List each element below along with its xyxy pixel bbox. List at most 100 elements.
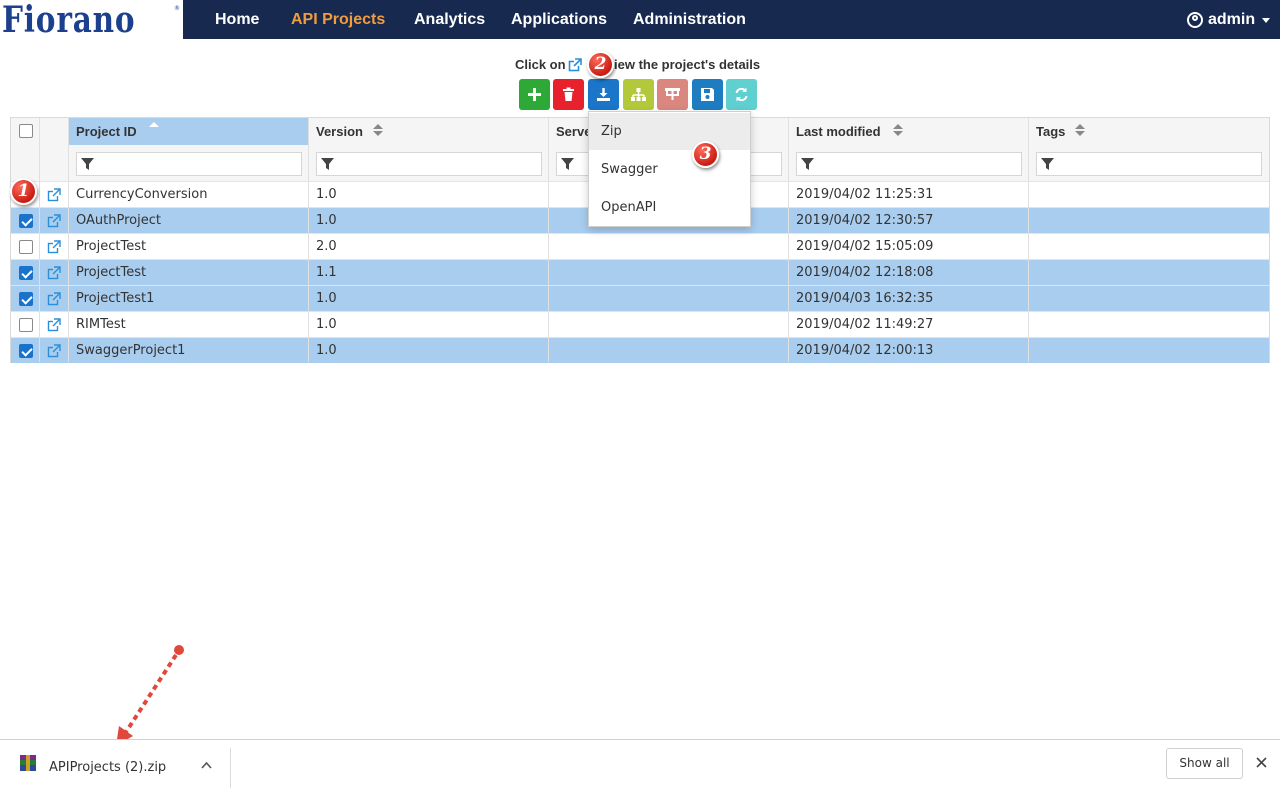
external-link-icon[interactable]: [47, 188, 61, 202]
divider: [230, 748, 231, 788]
hint-text-prefix: Click on: [515, 57, 566, 72]
column-header-last-modified[interactable]: Last modified: [789, 118, 1029, 145]
filter-input-tags[interactable]: [1036, 152, 1262, 176]
external-link-icon[interactable]: [47, 344, 61, 358]
user-menu[interactable]: admin: [1208, 0, 1255, 39]
external-link-icon[interactable]: [47, 318, 61, 332]
cell-last-modified: 2019/04/02 12:30:57: [796, 213, 934, 228]
cell-last-modified: 2019/04/03 16:32:35: [796, 291, 934, 306]
close-icon[interactable]: [1256, 757, 1267, 768]
column-label: Tags: [1036, 124, 1066, 139]
plus-icon: [528, 88, 541, 101]
cell-version: 1.0: [316, 317, 337, 332]
column-header-project-id[interactable]: Project ID: [69, 118, 309, 145]
nav-home[interactable]: Home: [215, 0, 259, 39]
filter-input-project-id[interactable]: [76, 152, 302, 176]
download-file-name[interactable]: APIProjects (2).zip: [49, 760, 166, 775]
save-button[interactable]: [692, 79, 723, 110]
hierarchy-button[interactable]: [623, 79, 654, 110]
external-link-icon[interactable]: [47, 214, 61, 228]
logo[interactable]: Fiorano ®: [0, 0, 183, 41]
sort-asc-icon: [149, 122, 159, 127]
filter-input-last-modified[interactable]: [796, 152, 1022, 176]
cell-project-id: ProjectTest: [76, 265, 147, 280]
add-project-button[interactable]: [519, 79, 550, 110]
download-icon: [597, 88, 610, 101]
external-link-icon[interactable]: [47, 266, 61, 280]
column-label: Last modified: [796, 124, 881, 139]
external-link-icon[interactable]: [47, 292, 61, 306]
menu-item-openapi[interactable]: OpenAPI: [589, 189, 750, 226]
cell-project-id: CurrencyConversion: [76, 187, 208, 202]
cell-last-modified: 2019/04/02 11:25:31: [796, 187, 934, 202]
nav-analytics[interactable]: Analytics: [414, 0, 485, 39]
external-link-icon: [568, 58, 582, 72]
cell-version: 1.1: [316, 265, 337, 280]
chevron-down-icon[interactable]: [1262, 18, 1270, 23]
deploy-icon: [665, 88, 680, 100]
row-checkbox[interactable]: [19, 292, 33, 306]
callout-badge-3: 3: [692, 141, 719, 168]
export-project-button[interactable]: [588, 79, 619, 110]
refresh-icon: [735, 87, 748, 102]
cell-version: 2.0: [316, 239, 337, 254]
cell-version: 1.0: [316, 343, 337, 358]
user-circle-icon[interactable]: [1187, 12, 1203, 28]
table-row[interactable]: ProjectTest 2.0 2019/04/02 15:05:09: [11, 233, 1269, 259]
cell-project-id: OAuthProject: [76, 213, 161, 228]
annotation-arrow: [116, 645, 184, 746]
callout-badge-1: 1: [10, 178, 37, 205]
archive-file-icon: [20, 755, 36, 771]
table-row[interactable]: SwaggerProject1 1.0 2019/04/02 12:00:13: [11, 337, 1269, 363]
save-icon: [701, 88, 714, 101]
cell-version: 1.0: [316, 213, 337, 228]
callout-badge-2: 2: [587, 51, 614, 78]
filter-icon: [801, 158, 814, 170]
filter-icon: [561, 158, 574, 170]
filter-input-version[interactable]: [316, 152, 542, 176]
menu-item-swagger[interactable]: Swagger: [589, 151, 750, 188]
sort-icon: [373, 124, 383, 136]
cell-version: 1.0: [316, 187, 337, 202]
hint-text-suffix: iew the project's details: [614, 57, 761, 72]
cell-project-id: SwaggerProject1: [76, 343, 186, 358]
sort-icon: [893, 124, 903, 136]
table-row[interactable]: ProjectTest 1.1 2019/04/02 12:18:08: [11, 259, 1269, 285]
nav-api-projects[interactable]: API Projects: [291, 0, 385, 39]
chevron-up-icon[interactable]: [201, 761, 212, 769]
row-checkbox[interactable]: [19, 344, 33, 358]
column-header-tags[interactable]: Tags: [1029, 118, 1269, 145]
row-checkbox[interactable]: [19, 214, 33, 228]
logo-registered-mark: ®: [174, 5, 180, 12]
column-label: Version: [316, 124, 363, 139]
cell-version: 1.0: [316, 291, 337, 306]
table-row[interactable]: RIMTest 1.0 2019/04/02 11:49:27: [11, 311, 1269, 337]
cell-project-id: ProjectTest: [76, 239, 147, 254]
row-checkbox[interactable]: [19, 266, 33, 280]
top-navbar: Fiorano ® Home API Projects Analytics Ap…: [0, 0, 1280, 41]
nav-applications[interactable]: Applications: [511, 0, 607, 39]
logo-wordmark: Fiorano: [2, 0, 136, 41]
menu-item-zip[interactable]: Zip: [589, 113, 750, 150]
row-checkbox[interactable]: [19, 240, 33, 254]
filter-icon: [1041, 158, 1054, 170]
table-row[interactable]: ProjectTest1 1.0 2019/04/03 16:32:35: [11, 285, 1269, 311]
deploy-button[interactable]: [657, 79, 688, 110]
column-label: Serve: [556, 124, 592, 139]
row-checkbox[interactable]: [19, 318, 33, 332]
sort-icon: [1075, 124, 1085, 136]
delete-project-button[interactable]: [553, 79, 584, 110]
filter-icon: [321, 158, 334, 170]
cell-last-modified: 2019/04/02 12:18:08: [796, 265, 934, 280]
export-dropdown-menu: Zip Swagger OpenAPI: [588, 111, 751, 227]
cell-last-modified: 2019/04/02 11:49:27: [796, 317, 934, 332]
nav-administration[interactable]: Administration: [633, 0, 746, 39]
show-all-button[interactable]: Show all: [1166, 748, 1243, 779]
select-all-checkbox[interactable]: [19, 124, 33, 138]
select-all-header: [11, 118, 40, 145]
refresh-button[interactable]: [726, 79, 757, 110]
column-header-version[interactable]: Version: [309, 118, 549, 145]
cell-last-modified: 2019/04/02 12:00:13: [796, 343, 934, 358]
download-bar: APIProjects (2).zip Show all: [0, 739, 1280, 793]
external-link-icon[interactable]: [47, 240, 61, 254]
